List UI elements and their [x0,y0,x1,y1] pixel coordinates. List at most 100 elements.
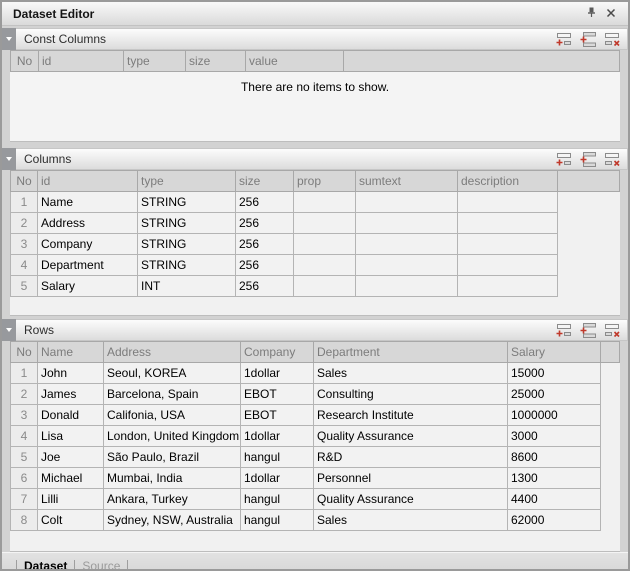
data-cell[interactable]: 4400 [508,489,601,510]
row-number-cell[interactable]: 3 [11,234,38,255]
data-cell[interactable]: 1dollar [241,426,314,447]
row-number-cell[interactable]: 2 [11,213,38,234]
row-number-cell[interactable]: 6 [11,468,38,489]
delete-row-button[interactable] [604,32,621,47]
data-cell[interactable] [294,255,356,276]
data-cell[interactable]: STRING [138,234,236,255]
row-number-cell[interactable]: 2 [11,384,38,405]
data-cell[interactable]: Joe [38,447,104,468]
data-cell[interactable]: 1000000 [508,405,601,426]
data-cell[interactable] [294,213,356,234]
data-cell[interactable]: James [38,384,104,405]
row-number-cell[interactable]: 3 [11,405,38,426]
data-cell[interactable]: 1300 [508,468,601,489]
row-number-cell[interactable]: 5 [11,447,38,468]
data-cell[interactable]: Seoul, KOREA [104,363,241,384]
data-cell[interactable]: 256 [236,234,294,255]
data-cell[interactable] [458,192,558,213]
pin-button[interactable] [582,5,601,23]
row-number-cell[interactable]: 1 [11,363,38,384]
data-cell[interactable]: 8600 [508,447,601,468]
data-cell[interactable] [356,276,458,297]
data-cell[interactable]: Personnel [314,468,508,489]
data-cell[interactable]: hangul [241,510,314,531]
data-cell[interactable]: 15000 [508,363,601,384]
data-cell[interactable]: STRING [138,255,236,276]
delete-row-button[interactable] [604,323,621,338]
data-cell[interactable]: Quality Assurance [314,489,508,510]
data-cell[interactable]: Company [38,234,138,255]
add-row-button[interactable] [556,152,573,167]
row-number-cell[interactable]: 5 [11,276,38,297]
data-cell[interactable]: 1dollar [241,363,314,384]
data-cell[interactable]: 1dollar [241,468,314,489]
row-number-cell[interactable]: 8 [11,510,38,531]
data-cell[interactable] [356,255,458,276]
collapse-button[interactable] [2,148,16,170]
data-cell[interactable]: São Paulo, Brazil [104,447,241,468]
collapse-button[interactable] [2,319,16,341]
data-cell[interactable]: Department [38,255,138,276]
data-cell[interactable]: John [38,363,104,384]
data-cell[interactable]: Salary [38,276,138,297]
data-cell[interactable]: EBOT [241,384,314,405]
data-cell[interactable]: Califonia, USA [104,405,241,426]
data-cell[interactable]: STRING [138,192,236,213]
close-button[interactable] [601,5,620,23]
data-cell[interactable]: Mumbai, India [104,468,241,489]
insert-row-button[interactable] [580,32,597,47]
data-cell[interactable]: Address [38,213,138,234]
tab-source[interactable]: Source [82,559,120,571]
data-cell[interactable] [356,213,458,234]
data-cell[interactable]: Ankara, Turkey [104,489,241,510]
add-row-button[interactable] [556,32,573,47]
table-row: 1NameSTRING256 [11,192,620,213]
data-cell[interactable]: 62000 [508,510,601,531]
insert-row-button[interactable] [580,152,597,167]
data-cell[interactable]: 25000 [508,384,601,405]
data-cell[interactable]: 256 [236,255,294,276]
data-cell[interactable]: R&D [314,447,508,468]
data-cell[interactable] [356,192,458,213]
data-cell[interactable] [458,234,558,255]
delete-row-button[interactable] [604,152,621,167]
collapse-button[interactable] [2,28,16,50]
data-cell[interactable] [294,276,356,297]
data-cell[interactable] [294,234,356,255]
data-cell[interactable]: hangul [241,447,314,468]
data-cell[interactable] [458,255,558,276]
data-cell[interactable]: Barcelona, Spain [104,384,241,405]
data-cell[interactable]: 256 [236,213,294,234]
data-cell[interactable]: STRING [138,213,236,234]
data-cell[interactable]: INT [138,276,236,297]
row-number-cell[interactable]: 1 [11,192,38,213]
data-cell[interactable]: Lisa [38,426,104,447]
data-cell[interactable]: Colt [38,510,104,531]
data-cell[interactable]: London, United Kingdom [104,426,241,447]
data-cell[interactable] [458,276,558,297]
data-cell[interactable]: Sales [314,510,508,531]
data-cell[interactable]: 256 [236,276,294,297]
data-cell[interactable]: EBOT [241,405,314,426]
data-cell[interactable]: Research Institute [314,405,508,426]
data-cell[interactable]: Sales [314,363,508,384]
data-cell[interactable]: Sydney, NSW, Australia [104,510,241,531]
data-cell[interactable] [458,213,558,234]
row-number-cell[interactable]: 4 [11,255,38,276]
data-cell[interactable]: 256 [236,192,294,213]
data-cell[interactable]: Donald [38,405,104,426]
data-cell[interactable]: Name [38,192,138,213]
insert-row-button[interactable] [580,323,597,338]
data-cell[interactable]: hangul [241,489,314,510]
data-cell[interactable]: Quality Assurance [314,426,508,447]
data-cell[interactable] [356,234,458,255]
data-cell[interactable]: Lilli [38,489,104,510]
data-cell[interactable]: Michael [38,468,104,489]
data-cell[interactable]: 3000 [508,426,601,447]
data-cell[interactable]: Consulting [314,384,508,405]
add-row-button[interactable] [556,323,573,338]
row-number-cell[interactable]: 7 [11,489,38,510]
row-number-cell[interactable]: 4 [11,426,38,447]
tab-dataset[interactable]: Dataset [24,559,67,571]
data-cell[interactable] [294,192,356,213]
